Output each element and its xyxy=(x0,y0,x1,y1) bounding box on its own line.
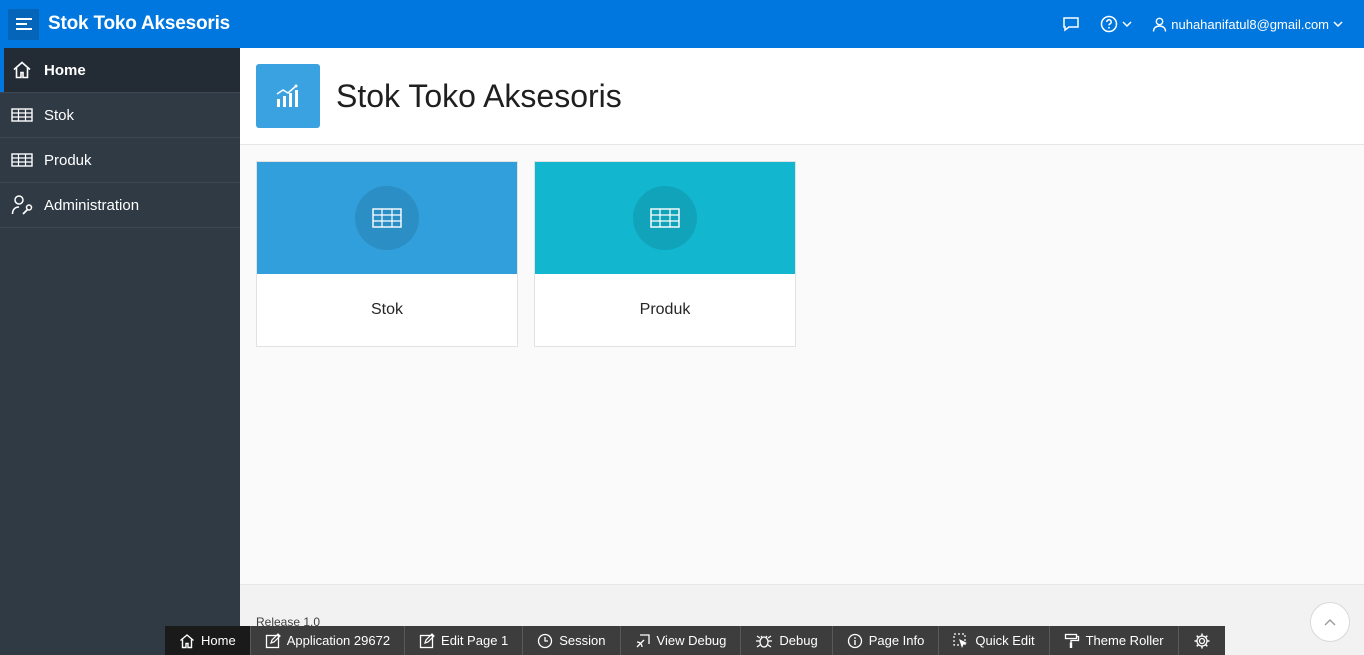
bug-icon xyxy=(756,635,773,648)
dev-item-label: Debug xyxy=(779,633,818,648)
cursor-select-icon xyxy=(953,632,968,648)
dev-item-label: Home xyxy=(201,633,236,648)
home-icon xyxy=(180,633,194,648)
chevron-down-icon xyxy=(1333,21,1343,27)
chevron-down-icon xyxy=(1122,21,1132,27)
dev-application-button[interactable]: Application 29672 xyxy=(251,626,406,655)
user-wrench-icon xyxy=(11,194,33,216)
dev-item-label: Page Info xyxy=(868,633,925,648)
paint-roller-icon xyxy=(1064,633,1079,648)
edit-icon xyxy=(265,632,281,648)
help-menu-button[interactable] xyxy=(1095,11,1137,37)
dev-item-label: Session xyxy=(559,633,606,648)
chart-icon xyxy=(256,64,320,128)
table-icon xyxy=(355,186,419,250)
home-icon xyxy=(11,59,33,81)
scroll-to-top-button[interactable] xyxy=(1310,602,1350,642)
dev-settings-button[interactable] xyxy=(1179,626,1225,655)
dev-item-label: Quick Edit xyxy=(975,633,1035,648)
clock-icon xyxy=(538,633,553,648)
dev-view-debug-button[interactable]: View Debug xyxy=(621,626,742,655)
feedback-button[interactable] xyxy=(1057,12,1085,36)
table-icon xyxy=(633,186,697,250)
dev-quick-edit-button[interactable]: Quick Edit xyxy=(939,626,1050,655)
dev-page-info-button[interactable]: Page Info xyxy=(833,626,940,655)
user-menu-button[interactable]: nuhahanifatul8@gmail.com xyxy=(1147,13,1348,36)
help-icon xyxy=(1101,15,1118,33)
dev-item-label: Theme Roller xyxy=(1085,633,1164,648)
dev-theme-roller-button[interactable]: Theme Roller xyxy=(1050,626,1179,655)
dev-item-label: Application 29672 xyxy=(286,633,391,648)
table-icon xyxy=(11,104,33,126)
card-banner xyxy=(535,162,795,274)
sidebar-item-label: Stok xyxy=(44,106,75,124)
dev-item-label: Edit Page 1 xyxy=(441,633,509,648)
sidebar-item-home[interactable]: Home xyxy=(0,48,240,93)
edit-icon xyxy=(419,632,435,648)
app-title[interactable]: Stok Toko Aksesoris xyxy=(48,13,230,35)
card-title: Stok xyxy=(370,301,403,318)
user-icon xyxy=(1153,17,1167,32)
sidebar-item-label: Produk xyxy=(44,151,92,169)
dev-session-button[interactable]: Session xyxy=(523,626,621,655)
dev-debug-button[interactable]: Debug xyxy=(741,626,833,655)
hero-region: Stok Toko Aksesoris xyxy=(240,48,1364,145)
menu-icon xyxy=(15,18,32,30)
dev-home-button[interactable]: Home xyxy=(165,626,251,655)
card-produk[interactable]: Produk xyxy=(534,161,796,347)
feedback-icon xyxy=(1063,17,1080,32)
card-banner xyxy=(257,162,517,274)
page-title: Stok Toko Aksesoris xyxy=(336,77,622,114)
developer-toolbar: Home Application 29672 Edit Page 1 Sessi… xyxy=(165,626,1225,655)
main-content: Stok Toko Aksesoris Stok Produk Release … xyxy=(240,48,1364,655)
top-header: Stok Toko Aksesoris nuhahanifatul8@gmail… xyxy=(0,0,1364,48)
cards-region: Stok Produk xyxy=(256,161,796,347)
card-stok[interactable]: Stok xyxy=(256,161,518,347)
chevron-up-icon xyxy=(1324,619,1336,626)
table-icon xyxy=(11,149,33,171)
dev-edit-page-button[interactable]: Edit Page 1 xyxy=(405,626,524,655)
sidebar-item-stok[interactable]: Stok xyxy=(0,93,240,138)
user-name: nuhahanifatul8@gmail.com xyxy=(1171,16,1329,32)
sidebar-item-label: Administration xyxy=(44,196,140,214)
sidebar-item-produk[interactable]: Produk xyxy=(0,138,240,183)
navigation-menu-button[interactable] xyxy=(8,8,39,40)
cast-icon xyxy=(636,633,650,647)
info-icon xyxy=(847,633,862,648)
sidebar-item-label: Home xyxy=(44,61,86,79)
sidebar-nav: Home Stok Produk Administration xyxy=(0,48,240,655)
card-title: Produk xyxy=(639,301,691,318)
dev-item-label: View Debug xyxy=(656,633,727,648)
gear-icon xyxy=(1194,633,1210,648)
sidebar-item-administration[interactable]: Administration xyxy=(0,183,240,228)
